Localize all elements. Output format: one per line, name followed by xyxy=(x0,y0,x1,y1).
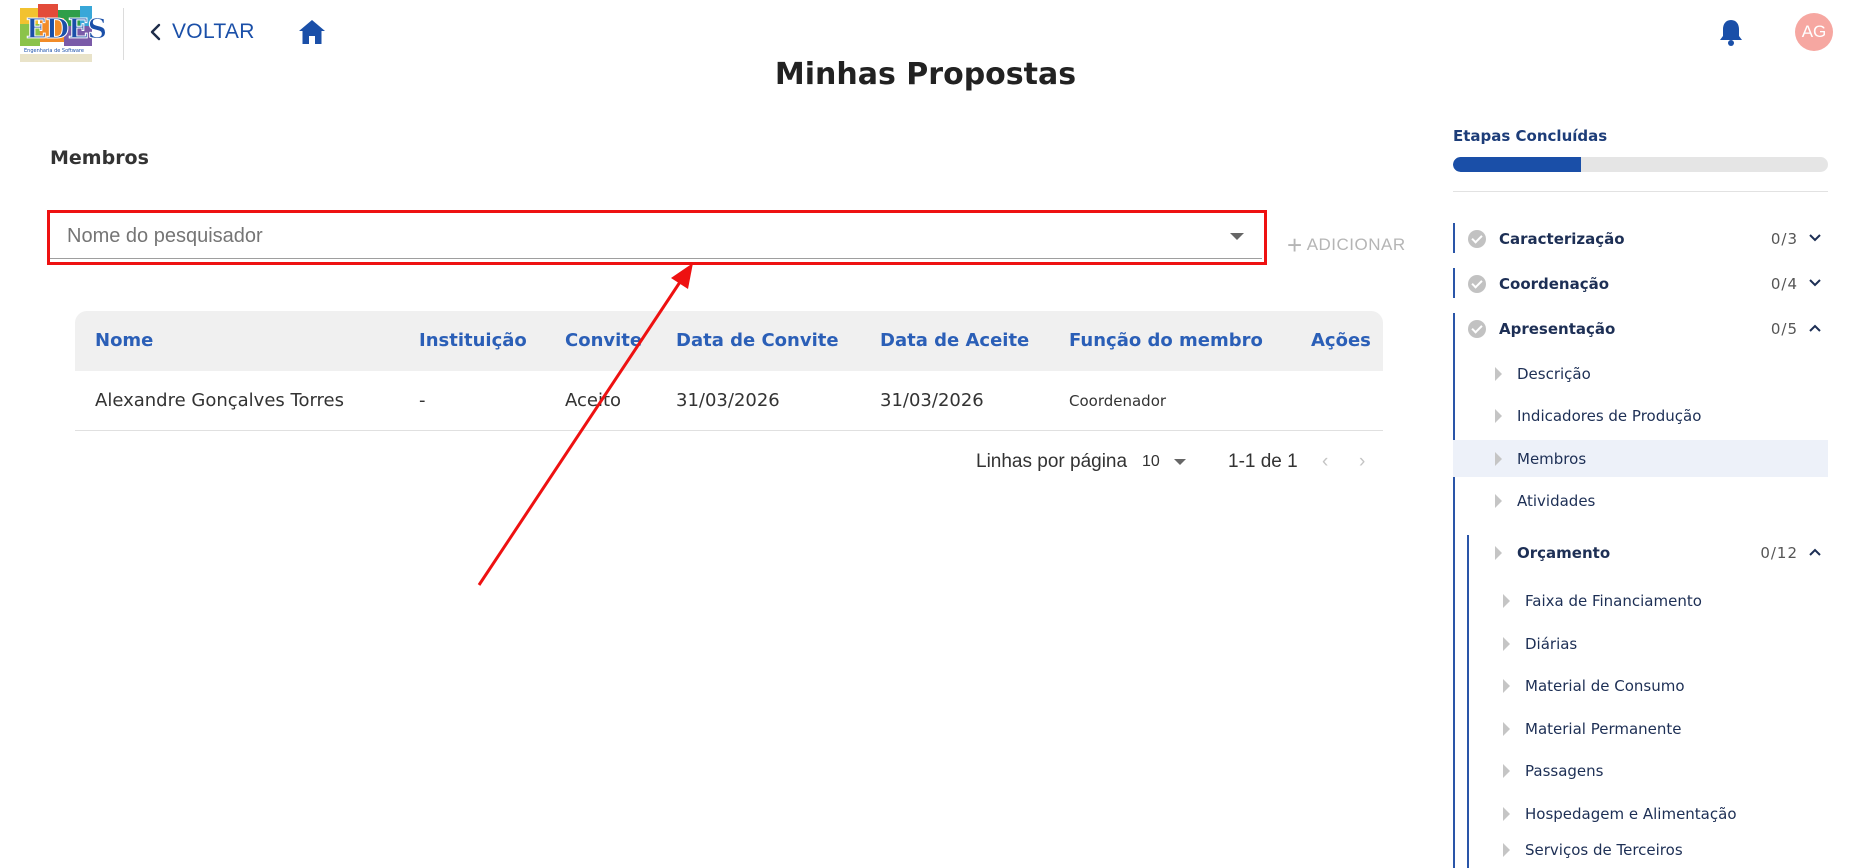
logo-text: EDES xyxy=(25,14,107,46)
chevron-up-icon xyxy=(1809,548,1821,556)
caret-right-icon xyxy=(1503,807,1510,821)
cell-data-convite: 31/03/2026 xyxy=(676,390,780,411)
edes-logo[interactable]: EDES Engenharia de Software xyxy=(20,4,108,62)
sidebar-item-descricao[interactable]: Descrição xyxy=(1453,355,1828,392)
section-count: 0/5 xyxy=(1770,320,1798,338)
sidebar-item-label: Material Permanente xyxy=(1525,720,1682,738)
sidebar-item-label: Passagens xyxy=(1525,762,1604,780)
section-label: Orçamento xyxy=(1517,544,1611,562)
sidebar-item-label: Material de Consumo xyxy=(1525,677,1685,695)
caret-right-icon xyxy=(1495,409,1502,423)
dropdown-arrow-icon xyxy=(1173,459,1186,465)
sidebar-item-servicos-terceiros[interactable]: Serviços de Terceiros xyxy=(1453,831,1828,868)
check-circle-icon xyxy=(1468,320,1486,338)
chevron-left-icon xyxy=(150,23,161,41)
sidebar-section-caracterizacao[interactable]: Caracterização 0/3 xyxy=(1453,223,1828,255)
next-page-button[interactable]: › xyxy=(1359,451,1365,473)
check-circle-icon xyxy=(1468,230,1486,248)
home-button[interactable] xyxy=(297,18,327,46)
sidebar-item-atividades[interactable]: Atividades xyxy=(1453,482,1828,519)
logo-subtitle: Engenharia de Software xyxy=(24,48,84,54)
add-member-button[interactable]: + ADICIONAR xyxy=(1287,232,1406,258)
chevron-up-icon xyxy=(1809,324,1821,332)
steps-progress-bar xyxy=(1453,157,1828,172)
sidebar-section-apresentacao[interactable]: Apresentação 0/5 xyxy=(1453,313,1828,345)
back-button[interactable]: VOLTAR xyxy=(148,18,255,46)
caret-right-icon xyxy=(1495,546,1502,560)
section-label: Apresentação xyxy=(1499,320,1616,338)
pagination-range: 1-1 de 1 xyxy=(1228,451,1298,472)
cell-funcao: Coordenador xyxy=(1069,392,1167,410)
caret-right-icon xyxy=(1495,367,1502,381)
caret-right-icon xyxy=(1503,843,1510,857)
section-label: Coordenação xyxy=(1499,275,1610,293)
sidebar-item-label: Diárias xyxy=(1525,635,1578,653)
section-title: Membros xyxy=(50,147,149,169)
researcher-select-placeholder: Nome do pesquisador xyxy=(67,225,263,247)
table-row: Alexandre Gonçalves Torres - Aceito 31/0… xyxy=(75,371,1383,431)
sidebar-section-coordenacao[interactable]: Coordenação 0/4 xyxy=(1453,268,1828,300)
sidebar-item-passagens[interactable]: Passagens xyxy=(1453,752,1828,789)
column-header-funcao[interactable]: Função do membro xyxy=(1069,330,1263,351)
sidebar-item-label: Membros xyxy=(1517,450,1587,468)
cell-nome: Alexandre Gonçalves Torres xyxy=(95,390,345,411)
section-count: 0/4 xyxy=(1770,275,1798,293)
rows-per-page-label: Linhas por página xyxy=(976,451,1128,472)
sidebar-item-label: Faixa de Financiamento xyxy=(1525,592,1702,610)
caret-right-icon xyxy=(1503,679,1510,693)
sidebar-item-faixa-financiamento[interactable]: Faixa de Financiamento xyxy=(1453,582,1828,619)
section-label: Caracterização xyxy=(1499,230,1625,248)
column-header-instituicao[interactable]: Instituição xyxy=(419,330,527,351)
dropdown-arrow-icon xyxy=(1230,233,1244,240)
section-count: 0/3 xyxy=(1770,230,1798,248)
rows-per-page-value: 10 xyxy=(1142,453,1160,470)
table-header: Nome Instituição Convite Data de Convite… xyxy=(75,311,1383,371)
column-header-data-convite[interactable]: Data de Convite xyxy=(676,330,839,351)
cell-data-aceite: 31/03/2026 xyxy=(880,390,984,411)
sidebar-item-material-permanente[interactable]: Material Permanente xyxy=(1453,710,1828,747)
plus-icon: + xyxy=(1287,230,1303,260)
cell-instituicao: - xyxy=(419,390,426,411)
back-label: VOLTAR xyxy=(172,20,255,43)
caret-right-icon xyxy=(1503,594,1510,608)
sidebar-item-indicadores-producao[interactable]: Indicadores de Produção xyxy=(1453,397,1828,434)
prev-page-button[interactable]: ‹ xyxy=(1322,451,1328,473)
caret-right-icon xyxy=(1495,452,1502,466)
cell-convite: Aceito xyxy=(565,390,622,411)
researcher-select[interactable]: Nome do pesquisador xyxy=(50,213,1262,259)
sidebar-item-label: Descrição xyxy=(1517,365,1591,383)
caret-right-icon xyxy=(1503,637,1510,651)
column-header-nome[interactable]: Nome xyxy=(95,330,153,351)
caret-right-icon xyxy=(1503,722,1510,736)
caret-right-icon xyxy=(1503,764,1510,778)
chevron-down-icon xyxy=(1809,234,1821,242)
sidebar-item-label: Serviços de Terceiros xyxy=(1525,841,1683,859)
steps-progress-fill xyxy=(1453,157,1581,172)
sidebar-divider xyxy=(1453,191,1828,192)
chevron-down-icon xyxy=(1809,279,1821,287)
header-divider xyxy=(123,8,124,60)
check-circle-icon xyxy=(1468,275,1486,293)
sidebar-item-material-consumo[interactable]: Material de Consumo xyxy=(1453,667,1828,704)
rows-per-page-select[interactable]: 10 xyxy=(1142,453,1186,471)
sidebar-item-diarias[interactable]: Diárias xyxy=(1453,625,1828,662)
steps-label: Etapas Concluídas xyxy=(1453,127,1608,145)
column-header-data-aceite[interactable]: Data de Aceite xyxy=(880,330,1029,351)
column-header-acoes: Ações xyxy=(1311,330,1371,351)
sidebar-item-label: Indicadores de Produção xyxy=(1517,407,1702,425)
caret-right-icon xyxy=(1495,494,1502,508)
members-table: Nome Instituição Convite Data de Convite… xyxy=(75,311,1383,431)
home-icon xyxy=(299,20,325,44)
section-count: 0/12 xyxy=(1760,544,1798,562)
steps-sidebar: Etapas Concluídas Caracterização 0/3 Coo… xyxy=(1453,0,1851,868)
column-header-convite[interactable]: Convite xyxy=(565,330,642,351)
sidebar-section-orcamento[interactable]: Orçamento 0/12 xyxy=(1453,537,1828,569)
sidebar-item-label: Atividades xyxy=(1517,492,1596,510)
sidebar-item-membros[interactable]: Membros xyxy=(1453,440,1828,477)
sidebar-item-label: Hospedagem e Alimentação xyxy=(1525,805,1737,823)
add-label: ADICIONAR xyxy=(1306,235,1406,254)
sidebar-item-hospedagem-alimentacao[interactable]: Hospedagem e Alimentação xyxy=(1453,795,1828,832)
